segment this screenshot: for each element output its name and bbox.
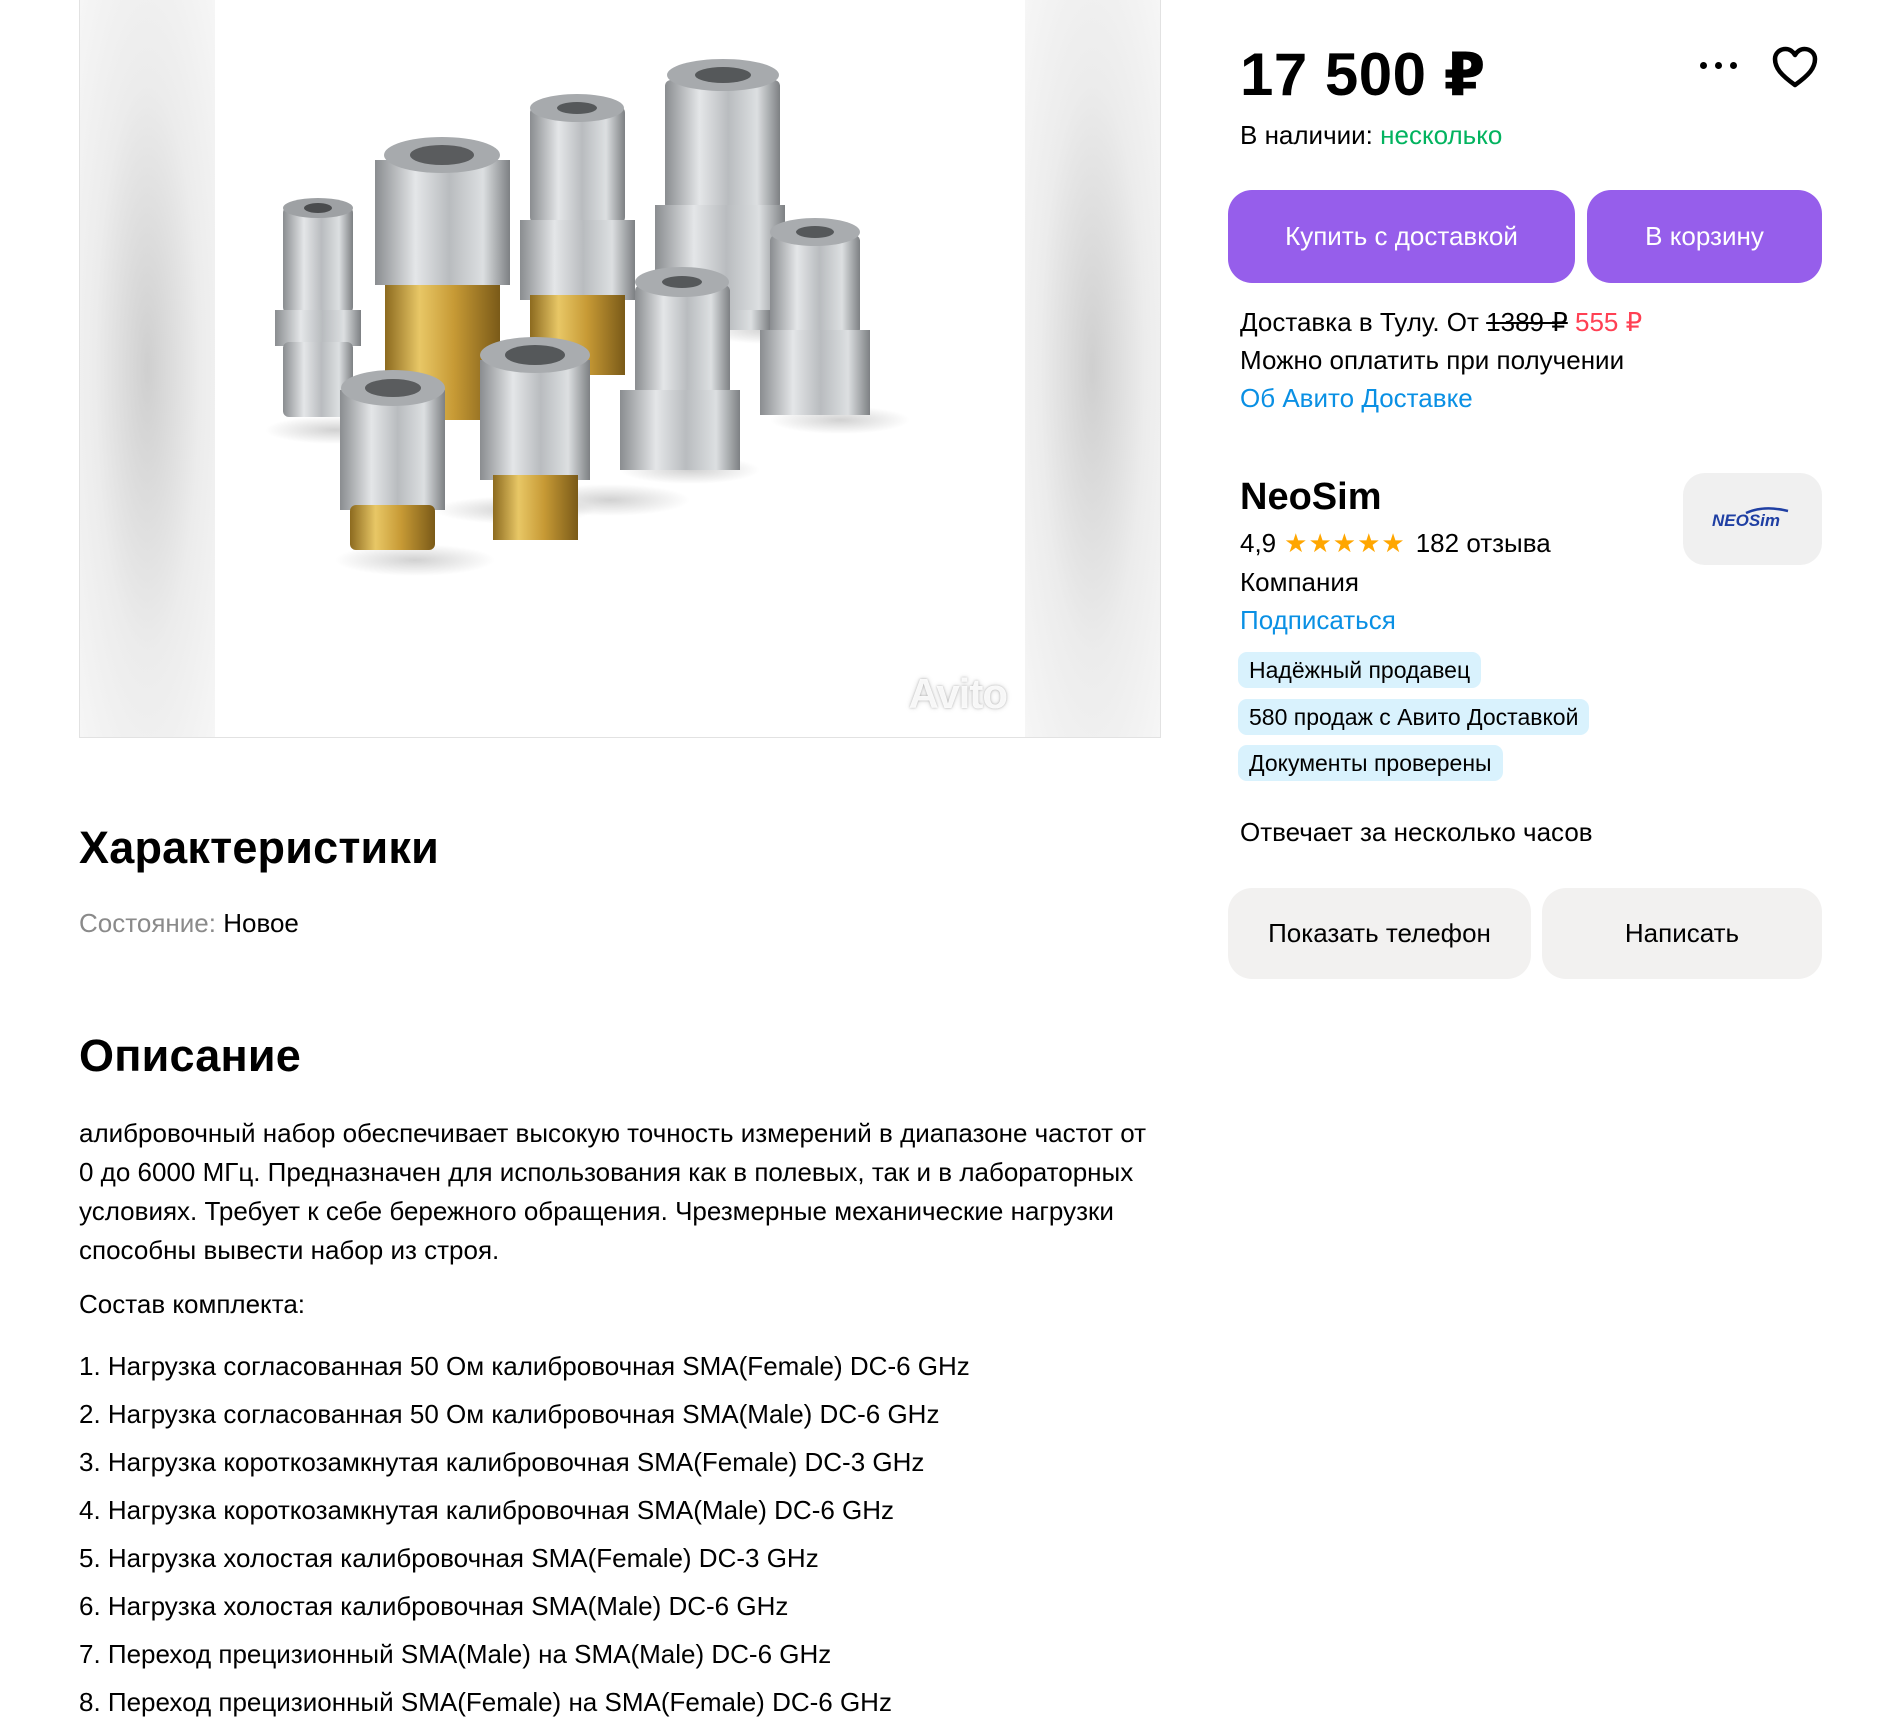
star-icon: ★	[1357, 528, 1381, 558]
seller-logo[interactable]: NEOSim	[1683, 473, 1822, 565]
stock-label: В наличии:	[1240, 120, 1373, 150]
response-time: Отвечает за несколько часов	[1240, 817, 1593, 847]
product-gallery[interactable]: Avito	[79, 0, 1161, 738]
buy-with-delivery-button[interactable]: Купить с доставкой	[1228, 190, 1575, 283]
condition-key: Состояние:	[79, 908, 216, 938]
rating-value: 4,9	[1240, 528, 1277, 558]
star-icon: ★	[1332, 528, 1357, 558]
kit-item: 8. Переход прецизионный SMA(Female) на S…	[79, 1687, 892, 1717]
description-title: Описание	[79, 1030, 301, 1081]
heart-icon[interactable]	[1771, 45, 1819, 89]
kit-item: 1. Нагрузка согласованная 50 Ом калибров…	[79, 1351, 970, 1381]
reviews-count[interactable]: 182 отзыва	[1416, 528, 1551, 559]
condition-row: Состояние: Новое	[79, 908, 299, 939]
seller-type: Компания	[1240, 567, 1359, 597]
kit-item: 7. Переход прецизионный SMA(Male) на SMA…	[79, 1639, 832, 1669]
badge-documents-verified: Документы проверены	[1238, 745, 1503, 781]
delivery-old-price: 1389 ₽	[1486, 307, 1568, 337]
seller-name[interactable]: NeoSim	[1240, 476, 1381, 519]
description-text: алибровочный набор обеспечивает высокую …	[79, 1118, 1147, 1265]
delivery-new-price: 555 ₽	[1575, 307, 1643, 337]
stock-status: В наличии: несколько	[1240, 120, 1502, 151]
avito-watermark: Avito	[908, 670, 1008, 717]
delivery-prefix: Доставка в Тулу. От	[1240, 307, 1479, 337]
about-delivery-link[interactable]: Об Авито Доставке	[1240, 383, 1473, 414]
stock-value: несколько	[1380, 120, 1503, 150]
price: 17 500 ₽	[1240, 41, 1486, 108]
product-photo[interactable]: Avito	[215, 0, 1027, 737]
gallery-blur-left	[80, 0, 215, 737]
kit-list: 1. Нагрузка согласованная 50 Ом калибров…	[79, 1342, 970, 1726]
kit-item: 4. Нагрузка короткозамкнутая калибровочн…	[79, 1495, 895, 1525]
connectors-image	[265, 59, 910, 576]
kit-item: 3. Нагрузка короткозамкнутая калибровочн…	[79, 1447, 925, 1477]
star-icon: ★	[1308, 528, 1332, 558]
delivery-price-row: Доставка в Тулу. От 1389 ₽ 555 ₽	[1240, 307, 1642, 338]
badge-reliable-seller: Надёжный продавец	[1238, 652, 1482, 688]
gallery-blur-right	[1025, 0, 1160, 737]
kit-item: 6. Нагрузка холостая калибровочная SMA(M…	[79, 1591, 789, 1621]
svg-text:NEOSim: NEOSim	[1712, 511, 1780, 530]
characteristics-title: Характеристики	[79, 822, 440, 873]
condition-value: Новое	[223, 908, 299, 938]
add-to-cart-button[interactable]: В корзину	[1587, 190, 1822, 283]
kit-item: 2. Нагрузка согласованная 50 Ом калибров…	[79, 1399, 940, 1429]
rating-stars: ★ ★ ★ ★ ★	[1284, 528, 1406, 559]
badge-sales-count: 580 продаж с Авито Доставкой	[1238, 699, 1590, 735]
more-dots-icon[interactable]	[1700, 56, 1744, 76]
pay-on-receipt: Можно оплатить при получении	[1240, 345, 1625, 375]
write-message-button[interactable]: Написать	[1542, 888, 1822, 979]
seller-rating[interactable]: 4,9 ★ ★ ★ ★ ★ 182 отзыва	[1240, 528, 1551, 559]
star-icon: ★	[1381, 528, 1405, 558]
neosim-logo-icon: NEOSim	[1712, 507, 1788, 530]
show-phone-button[interactable]: Показать телефон	[1228, 888, 1531, 979]
star-icon: ★	[1284, 528, 1308, 558]
kit-item: 5. Нагрузка холостая калибровочная SMA(F…	[79, 1543, 819, 1573]
kit-title: Состав комплекта:	[79, 1289, 306, 1319]
subscribe-link[interactable]: Подписаться	[1240, 605, 1396, 636]
